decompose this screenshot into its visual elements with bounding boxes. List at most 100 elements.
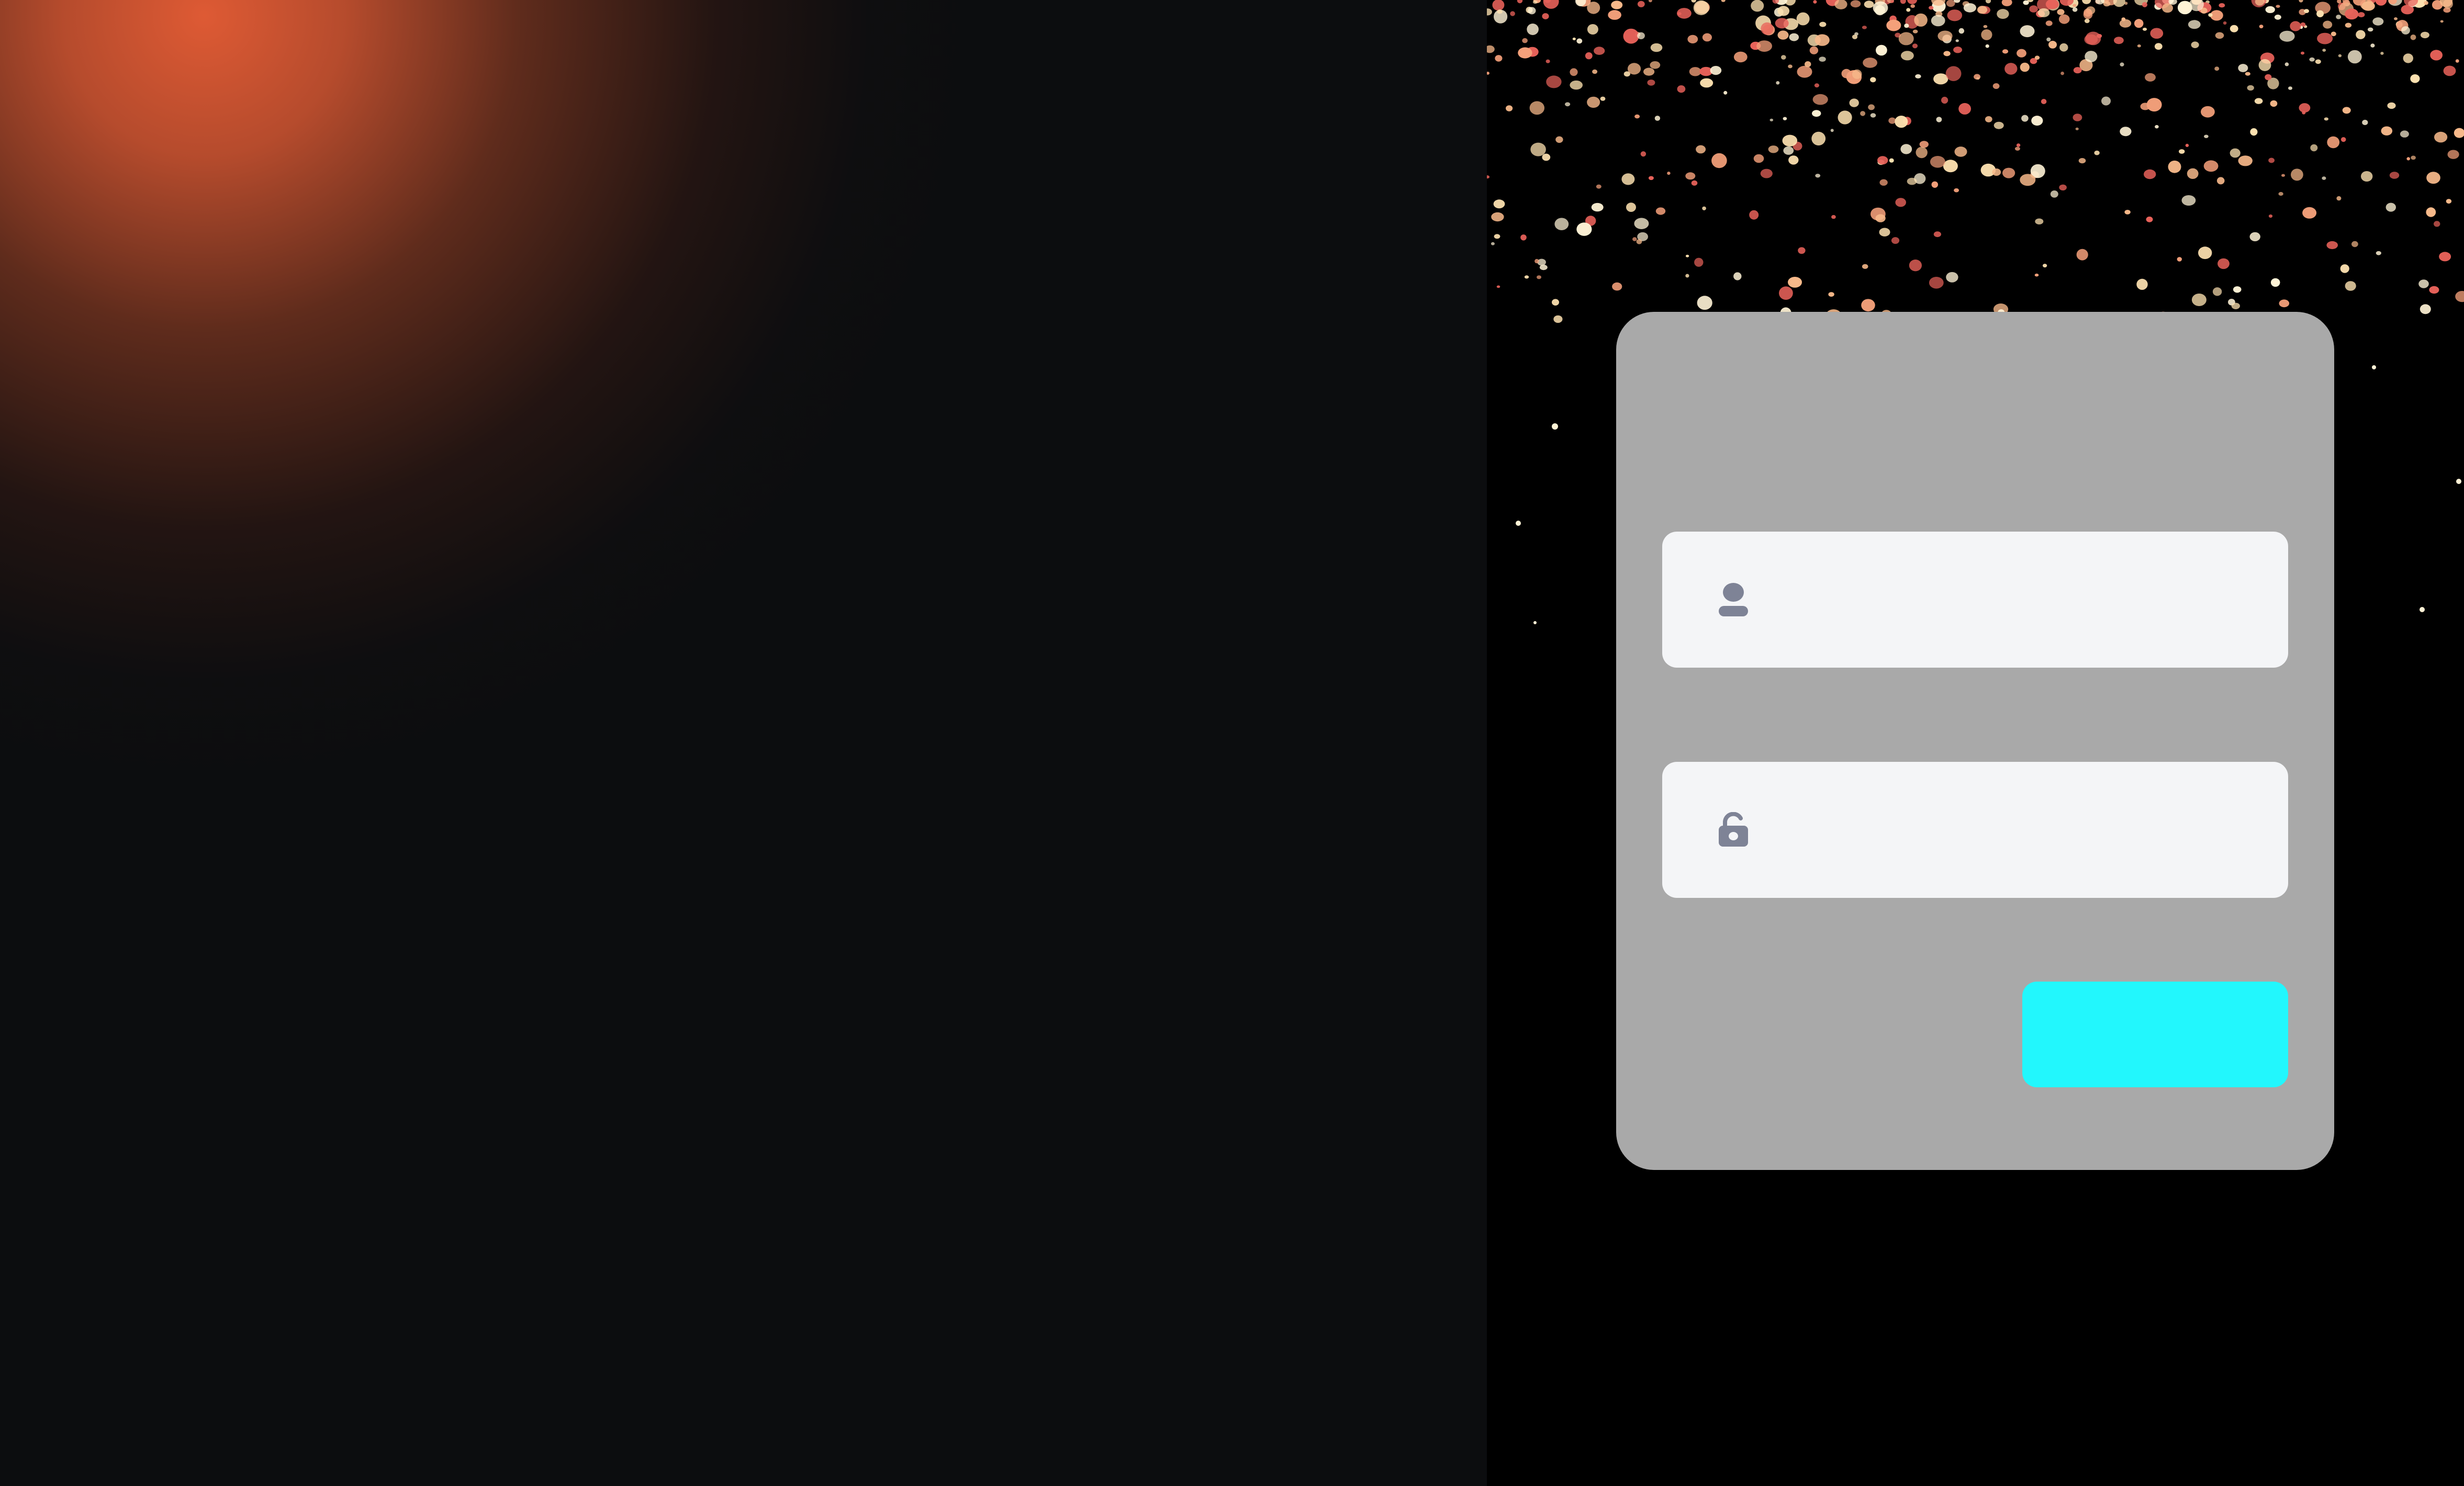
particle [2076, 249, 2088, 261]
particle [2029, 5, 2038, 13]
particle [2342, 107, 2351, 114]
particle [1491, 242, 1495, 245]
particle [2410, 35, 2416, 40]
particle [1946, 272, 1958, 283]
particle [1553, 315, 1563, 323]
particle [1852, 69, 1862, 79]
particle [1711, 153, 1727, 168]
particle [2203, 160, 2219, 172]
particle [2214, 66, 2220, 71]
particle [2001, 0, 2012, 6]
particle [1623, 28, 1639, 44]
particle [2381, 126, 2393, 136]
particle [2370, 43, 2375, 48]
particle [2037, 8, 2050, 17]
login-button[interactable] [2022, 982, 2288, 1087]
particle [1898, 32, 1914, 46]
particle [2424, 1, 2428, 5]
particle [1643, 67, 1655, 76]
particle [1621, 173, 1635, 185]
particle [1516, 521, 1521, 526]
particle [1667, 172, 1671, 175]
particle [2073, 114, 2082, 121]
particle [1862, 264, 1868, 269]
particle [1687, 35, 1698, 43]
password-input[interactable] [1777, 762, 2269, 898]
particle [1594, 47, 1605, 55]
particle [1677, 8, 1692, 19]
particle [1909, 260, 1922, 272]
particle [2046, 37, 2051, 42]
particle [2254, 98, 2263, 104]
username-field[interactable] [1662, 532, 2288, 668]
particle [2124, 210, 2131, 215]
particle [2121, 17, 2126, 21]
particle [1912, 43, 1918, 49]
particle [2094, 150, 2100, 155]
particle [2020, 25, 2035, 38]
particle [1554, 218, 1569, 231]
particle [1933, 231, 1941, 238]
particle [1487, 45, 1495, 53]
particle [2274, 14, 2281, 20]
particle [2198, 246, 2212, 260]
particle [2073, 67, 2082, 74]
particle [2426, 207, 2436, 217]
particle [2447, 150, 2459, 159]
particle [1862, 26, 1867, 29]
particle [2136, 278, 2148, 290]
particle [1788, 277, 1802, 288]
particle [1841, 69, 1852, 78]
particle [1946, 0, 1955, 7]
particle [1850, 0, 1861, 8]
particle [2216, 177, 2225, 185]
particle [2249, 232, 2260, 242]
particle [1552, 299, 1559, 306]
particle [2345, 22, 2352, 28]
particle [1753, 154, 1764, 163]
particle [1796, 12, 1810, 26]
particle [2154, 43, 2163, 50]
particle [2336, 196, 2342, 201]
particle [1572, 37, 1576, 40]
particle [1868, 104, 1875, 110]
particle [2439, 252, 2451, 262]
particle [2455, 59, 2459, 63]
particle [1811, 131, 1826, 145]
particle [1532, 0, 1538, 4]
particle [1585, 52, 1593, 60]
particle [1958, 28, 1965, 34]
particle [1831, 215, 1836, 219]
particle [1691, 0, 1696, 3]
particle [1929, 6, 1934, 10]
particle [1537, 275, 1541, 279]
particle [2403, 53, 2413, 63]
particle [1861, 299, 1875, 312]
particle [2340, 137, 2346, 142]
particle [1721, 0, 1726, 2]
particle [1838, 110, 1852, 125]
particle [1570, 80, 1583, 90]
particle [1945, 66, 1962, 81]
particle [2072, 7, 2078, 12]
particle [1873, 1, 1888, 15]
particle [1517, 0, 1523, 4]
particle [1685, 172, 1696, 180]
particle [1943, 160, 1958, 173]
particle [2150, 28, 2164, 39]
particle [1912, 29, 1918, 33]
particle [2119, 19, 2132, 28]
username-input[interactable] [1777, 532, 2269, 668]
particle [1693, 0, 1709, 15]
particle [2201, 106, 2215, 118]
particle [1954, 188, 1959, 193]
password-field[interactable] [1662, 762, 2288, 898]
particle [2400, 130, 2409, 138]
particle [1637, 32, 1645, 39]
particle [2278, 192, 2283, 196]
particle [1689, 67, 1701, 76]
particle [1781, 55, 1786, 60]
particle [2114, 37, 2124, 44]
particle [2418, 279, 2429, 288]
particle [1542, 153, 1551, 161]
